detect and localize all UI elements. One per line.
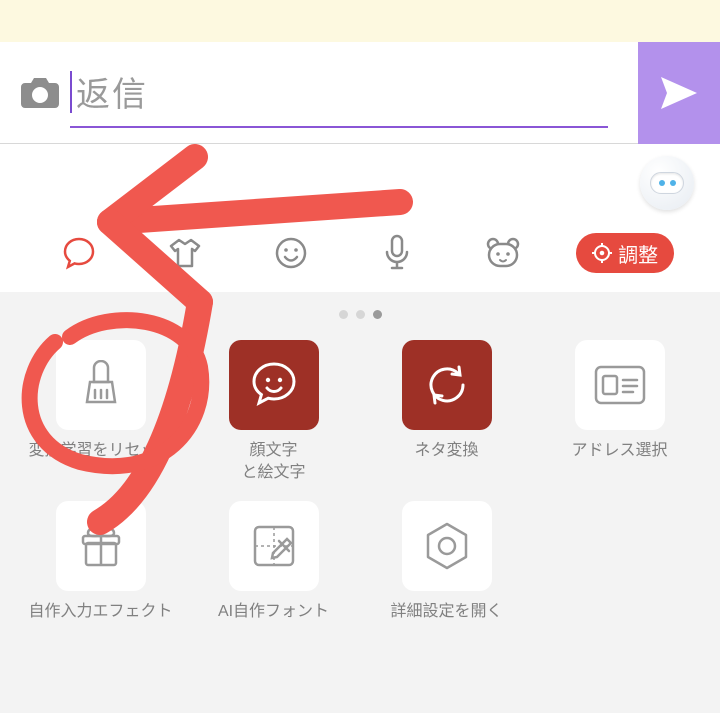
top-banner — [0, 0, 720, 42]
reply-placeholder: 返信 — [76, 67, 148, 116]
settings-grid: 変換学習をリセット 顔文字 と絵文字 ネタ変換 アドレス選択自作入力エフェクト AI自作… — [0, 326, 720, 641]
grid-item-label: 顔文字 と絵文字 — [241, 440, 305, 483]
camera-button[interactable] — [10, 78, 70, 108]
grid-item-label: 詳細設定を開く — [390, 601, 502, 623]
grid-item-kaomoji-emoji[interactable]: 顔文字 と絵文字 — [187, 340, 360, 483]
adjust-button[interactable]: 調整 — [576, 233, 674, 273]
microphone-icon — [380, 234, 414, 272]
cycle-icon — [402, 340, 492, 430]
keyboard-toolbar-area: 調整 — [0, 144, 720, 292]
reply-input-bar: 返信 — [0, 42, 720, 144]
settings-panel: 変換学習をリセット 顔文字 と絵文字 ネタ変換 アドレス選択自作入力エフェクト AI自作… — [0, 292, 720, 713]
text-caret — [70, 71, 72, 113]
camera-icon — [21, 78, 59, 108]
hex-gear-icon — [402, 501, 492, 591]
adjust-label: 調整 — [618, 239, 658, 268]
font-edit-icon — [229, 501, 319, 591]
smiley-icon — [274, 236, 308, 270]
page-dot — [339, 310, 348, 319]
page-dot — [356, 310, 365, 319]
keyboard-toolbar: 調整 — [0, 228, 720, 278]
speech-bubble-icon — [62, 236, 96, 270]
grid-item-label: AI自作フォント — [218, 601, 329, 623]
bear-icon — [485, 236, 521, 270]
face-bubble-icon — [229, 340, 319, 430]
reply-input[interactable]: 返信 — [70, 58, 608, 128]
toolbar-item-mascot[interactable] — [450, 236, 556, 270]
grid-item-label: ネタ変換 — [414, 440, 478, 462]
grid-item-custom-effect[interactable]: 自作入力エフェクト — [14, 501, 187, 623]
grid-item-reset-learning[interactable]: 変換学習をリセット — [14, 340, 187, 483]
shirt-icon — [168, 236, 202, 270]
address-card-icon — [575, 340, 665, 430]
grid-item-label: 自作入力エフェクト — [28, 601, 172, 623]
toolbar-item-theme[interactable] — [26, 236, 132, 270]
gift-icon — [56, 501, 146, 591]
grid-item-address-select[interactable]: アドレス選択 — [533, 340, 706, 483]
send-button[interactable] — [638, 42, 720, 144]
robot-face-icon — [650, 172, 684, 194]
send-icon — [659, 75, 699, 111]
assistant-avatar[interactable] — [640, 156, 694, 210]
grid-item-label: 変換学習をリセット — [28, 440, 172, 462]
toolbar-item-emoji[interactable] — [238, 236, 344, 270]
toolbar-item-skin[interactable] — [132, 236, 238, 270]
toolbar-item-voice[interactable] — [344, 234, 450, 272]
page-indicator — [0, 302, 720, 326]
page-dot-active — [373, 310, 382, 319]
grid-item-ai-font[interactable]: AI自作フォント — [187, 501, 360, 623]
grid-item-open-settings[interactable]: 詳細設定を開く — [360, 501, 533, 623]
grid-item-label: アドレス選択 — [571, 440, 667, 462]
target-icon — [592, 243, 612, 263]
broom-icon — [56, 340, 146, 430]
grid-item-neta-convert[interactable]: ネタ変換 — [360, 340, 533, 483]
